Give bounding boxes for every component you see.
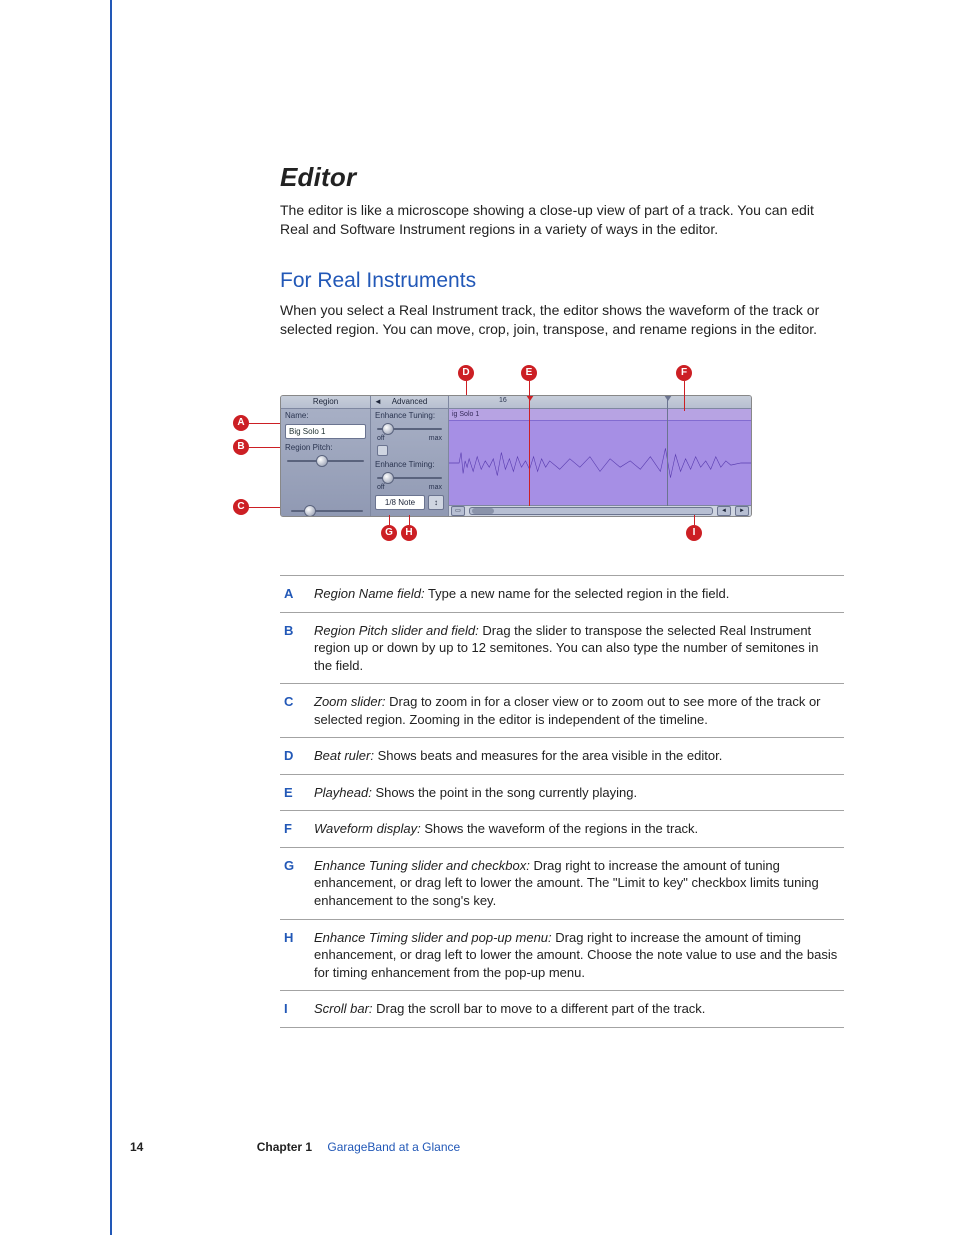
table-row: B Region Pitch slider and field: Drag th… xyxy=(280,612,844,684)
slider-thumb-icon[interactable] xyxy=(304,505,316,517)
callout-key: C xyxy=(280,684,310,738)
callout-desc: Beat ruler: Shows beats and measures for… xyxy=(310,738,844,775)
scroll-right-button[interactable]: ► xyxy=(735,506,749,516)
table-row: E Playhead: Shows the point in the song … xyxy=(280,774,844,811)
region-name-field[interactable]: Big Solo 1 xyxy=(285,424,366,439)
region-panel-header: Region xyxy=(281,396,370,409)
chapter-label: Chapter 1 xyxy=(257,1140,312,1154)
page: Editor The editor is like a microscope s… xyxy=(0,0,954,1235)
subsection-intro: When you select a Real Instrument track,… xyxy=(280,301,844,339)
callout-desc: Enhance Timing slider and pop-up menu: D… xyxy=(310,919,844,991)
enhance-timing-label: Enhance Timing: xyxy=(371,458,448,471)
callout-D: D xyxy=(458,365,474,381)
tuning-minmax: offmax xyxy=(371,434,448,443)
slider-thumb-icon[interactable] xyxy=(316,455,328,467)
table-row: D Beat ruler: Shows beats and measures f… xyxy=(280,738,844,775)
callout-key: G xyxy=(280,847,310,919)
scroll-bar-thumb-button[interactable]: ▭ xyxy=(451,506,465,516)
callout-desc: Region Pitch slider and field: Drag the … xyxy=(310,612,844,684)
timing-note-value: 1/8 Note xyxy=(375,495,425,510)
enhance-tuning-slider[interactable] xyxy=(377,424,442,434)
callout-C: C xyxy=(233,499,249,515)
waveform-icon xyxy=(449,421,751,505)
callout-desc: Enhance Tuning slider and checkbox: Drag… xyxy=(310,847,844,919)
callout-key: D xyxy=(280,738,310,775)
callout-desc: Zoom slider: Drag to zoom in for a close… xyxy=(310,684,844,738)
table-row: F Waveform display: Shows the waveform o… xyxy=(280,811,844,848)
subsection-title: For Real Instruments xyxy=(280,267,844,295)
callout-desc: Region Name field: Type a new name for t… xyxy=(310,576,844,613)
callout-desc: Playhead: Shows the point in the song cu… xyxy=(310,774,844,811)
leader-B xyxy=(249,447,280,448)
leader-I xyxy=(694,515,695,525)
collapse-icon[interactable]: ◄ xyxy=(374,396,382,408)
chevron-down-icon xyxy=(664,395,672,401)
enhance-timing-slider[interactable] xyxy=(377,473,442,483)
callout-B: B xyxy=(233,439,249,455)
callout-A: A xyxy=(233,415,249,431)
callout-E: E xyxy=(521,365,537,381)
timing-note-menu[interactable]: 1/8 Note ↕ xyxy=(375,495,444,510)
left-margin-rule xyxy=(110,0,112,1235)
leader-C xyxy=(249,507,280,508)
slider-thumb-icon[interactable] xyxy=(382,472,394,484)
editor-panel: Region Name: Big Solo 1 Region Pitch: xyxy=(280,395,752,517)
advanced-panel: ◄ Advanced Enhance Tuning: offmax Enhanc… xyxy=(371,396,449,516)
ruler-tick-label: 16 xyxy=(499,396,507,405)
callouts-table: A Region Name field: Type a new name for… xyxy=(280,575,844,1028)
leader-H xyxy=(409,515,410,525)
table-row: H Enhance Timing slider and pop-up menu:… xyxy=(280,919,844,991)
leader-E xyxy=(529,381,530,401)
limit-to-key-checkbox[interactable] xyxy=(377,445,388,456)
timing-minmax: offmax xyxy=(371,483,448,492)
advanced-panel-header: ◄ Advanced xyxy=(371,396,448,409)
content-column: Editor The editor is like a microscope s… xyxy=(280,160,844,1028)
playhead[interactable] xyxy=(529,396,530,506)
horizontal-scroll-bar[interactable]: ▭ ◄ ► xyxy=(449,505,751,516)
region-pitch-slider[interactable] xyxy=(287,456,364,466)
section-title: Editor xyxy=(280,160,844,195)
table-row: C Zoom slider: Drag to zoom in for a clo… xyxy=(280,684,844,738)
waveform-display[interactable] xyxy=(449,421,751,505)
scroll-left-button[interactable]: ◄ xyxy=(717,506,731,516)
callout-desc: Scroll bar: Drag the scroll bar to move … xyxy=(310,991,844,1028)
waveform-area: 16 ig Solo 1 xyxy=(449,396,751,516)
region-end-marker[interactable] xyxy=(667,396,668,506)
callout-I: I xyxy=(686,525,702,541)
leader-A xyxy=(249,423,280,424)
leader-D xyxy=(466,381,467,395)
enhance-tuning-label: Enhance Tuning: xyxy=(371,409,448,422)
table-row: A Region Name field: Type a new name for… xyxy=(280,576,844,613)
callout-key: F xyxy=(280,811,310,848)
name-label: Name: xyxy=(281,409,370,422)
beat-ruler[interactable]: 16 xyxy=(449,396,751,409)
leader-F xyxy=(684,381,685,411)
callout-key: A xyxy=(280,576,310,613)
callout-H: H xyxy=(401,525,417,541)
editor-figure: D E F A B C G H I Region xyxy=(233,365,753,545)
callout-G: G xyxy=(381,525,397,541)
region-clip-header[interactable]: ig Solo 1 xyxy=(449,409,751,421)
stepper-icon[interactable]: ↕ xyxy=(428,495,444,510)
leader-G xyxy=(389,515,390,525)
table-row: G Enhance Tuning slider and checkbox: Dr… xyxy=(280,847,844,919)
scroll-track[interactable] xyxy=(469,507,713,515)
section-intro: The editor is like a microscope showing … xyxy=(280,201,844,239)
scroll-thumb[interactable] xyxy=(472,508,494,514)
callout-F: F xyxy=(676,365,692,381)
callout-key: I xyxy=(280,991,310,1028)
callout-key: H xyxy=(280,919,310,991)
chapter-name: GarageBand at a Glance xyxy=(327,1140,460,1154)
callout-desc: Waveform display: Shows the waveform of … xyxy=(310,811,844,848)
region-panel: Region Name: Big Solo 1 Region Pitch: xyxy=(281,396,371,516)
playhead-marker-icon xyxy=(526,395,534,401)
callout-key: E xyxy=(280,774,310,811)
page-number: 14 xyxy=(130,1140,143,1154)
callout-key: B xyxy=(280,612,310,684)
region-pitch-label: Region Pitch: xyxy=(281,441,370,454)
table-row: I Scroll bar: Drag the scroll bar to mov… xyxy=(280,991,844,1028)
slider-thumb-icon[interactable] xyxy=(382,423,394,435)
page-footer: 14 Chapter 1 GarageBand at a Glance xyxy=(130,1139,460,1155)
zoom-slider[interactable] xyxy=(291,506,363,514)
